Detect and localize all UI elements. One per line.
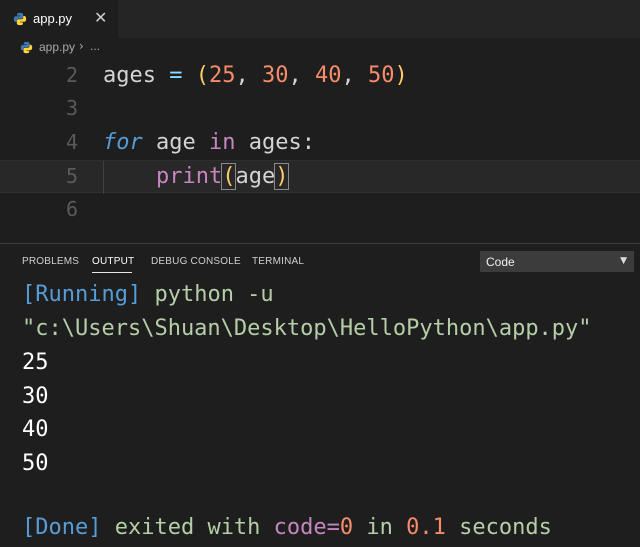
- tab-output[interactable]: OUTPUT: [92, 256, 134, 267]
- breadcrumb-more[interactable]: ...: [90, 39, 100, 53]
- output-panel: PROBLEMS OUTPUT DEBUG CONSOLE TERMINAL C…: [0, 243, 640, 547]
- editor-tab-bar: app.py ✕: [0, 0, 640, 38]
- output-result: 25: [22, 350, 49, 375]
- code-line[interactable]: 6: [0, 194, 640, 227]
- output-line-path: "c:\Users\Shuan\Desktop\HelloPython\app.…: [22, 316, 592, 341]
- output-line-done: [Done] exited with code=0 in 0.1 seconds: [22, 515, 552, 540]
- tab-label: app.py: [33, 11, 73, 26]
- output-channel-select[interactable]: Code ▼: [480, 251, 634, 272]
- tab-terminal[interactable]: TERMINAL: [252, 256, 304, 267]
- code-text: ages = (25, 30, 40, 50): [103, 63, 408, 88]
- code-line-current[interactable]: 5 print(age): [0, 160, 640, 194]
- tab-problems[interactable]: PROBLEMS: [22, 256, 79, 267]
- output-result: 40: [22, 417, 49, 442]
- output-result: 50: [22, 451, 49, 476]
- chevron-down-icon: ▼: [620, 256, 627, 266]
- code-text: for age in ages:: [103, 130, 315, 155]
- code-editor[interactable]: 2 ages = (25, 30, 40, 50) 3 4 for age in…: [0, 58, 640, 242]
- code-line[interactable]: 4 for age in ages:: [0, 127, 640, 160]
- code-text: print(age): [155, 163, 290, 190]
- code-line[interactable]: 2 ages = (25, 30, 40, 50): [0, 60, 640, 93]
- line-number: 5: [65, 164, 78, 188]
- python-icon: [13, 12, 27, 26]
- close-icon[interactable]: ✕: [94, 9, 107, 27]
- line-number: 4: [65, 130, 78, 154]
- line-number: 6: [65, 197, 78, 221]
- output-line-running: [Running] python -u: [22, 282, 274, 307]
- tab-debug-console[interactable]: DEBUG CONSOLE: [151, 256, 241, 267]
- code-line[interactable]: 3: [0, 93, 640, 126]
- output-result: 30: [22, 384, 49, 409]
- tab-app-py[interactable]: app.py ✕: [0, 0, 118, 38]
- breadcrumb: app.py › ...: [0, 38, 640, 58]
- python-icon: [20, 41, 33, 54]
- active-tab-indicator: [92, 272, 132, 273]
- breadcrumb-separator: ›: [79, 39, 84, 53]
- breadcrumb-file[interactable]: app.py: [39, 40, 75, 54]
- output-channel-value: Code: [486, 255, 515, 269]
- line-number: 2: [65, 63, 78, 87]
- line-number: 3: [65, 96, 78, 120]
